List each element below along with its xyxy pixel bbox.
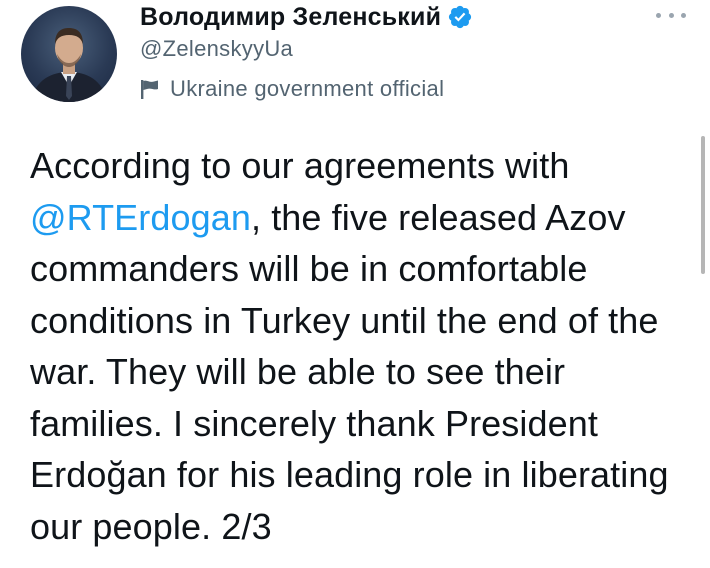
more-icon-dot [656,12,661,18]
mention-link[interactable]: @RTErdogan [30,197,251,238]
tweet-text: According to our agreements with @RTErdo… [30,140,690,552]
tweet-header: Володимир Зеленський @ZelenskyyUa Ukrain… [140,0,660,102]
avatar[interactable] [21,6,117,102]
verified-badge-icon [447,4,473,30]
more-icon-dot [681,12,686,18]
account-label-text: Ukraine government official [170,76,445,101]
more-icon-dot [668,12,674,18]
user-handle[interactable]: @ZelenskyyUa [140,36,660,62]
tweet: Володимир Зеленський @ZelenskyyUa Ukrain… [0,0,710,568]
name-row: Володимир Зеленський [140,0,660,34]
tweet-text-part: , the five released Azov commanders will… [30,196,669,547]
flag-icon [140,78,160,100]
scrollbar[interactable] [701,136,705,274]
more-options-button[interactable] [656,6,686,24]
account-label[interactable]: Ukraine government official [140,76,660,102]
tweet-text-part: According to our agreements with [30,145,570,186]
display-name[interactable]: Володимир Зеленський [140,3,441,32]
